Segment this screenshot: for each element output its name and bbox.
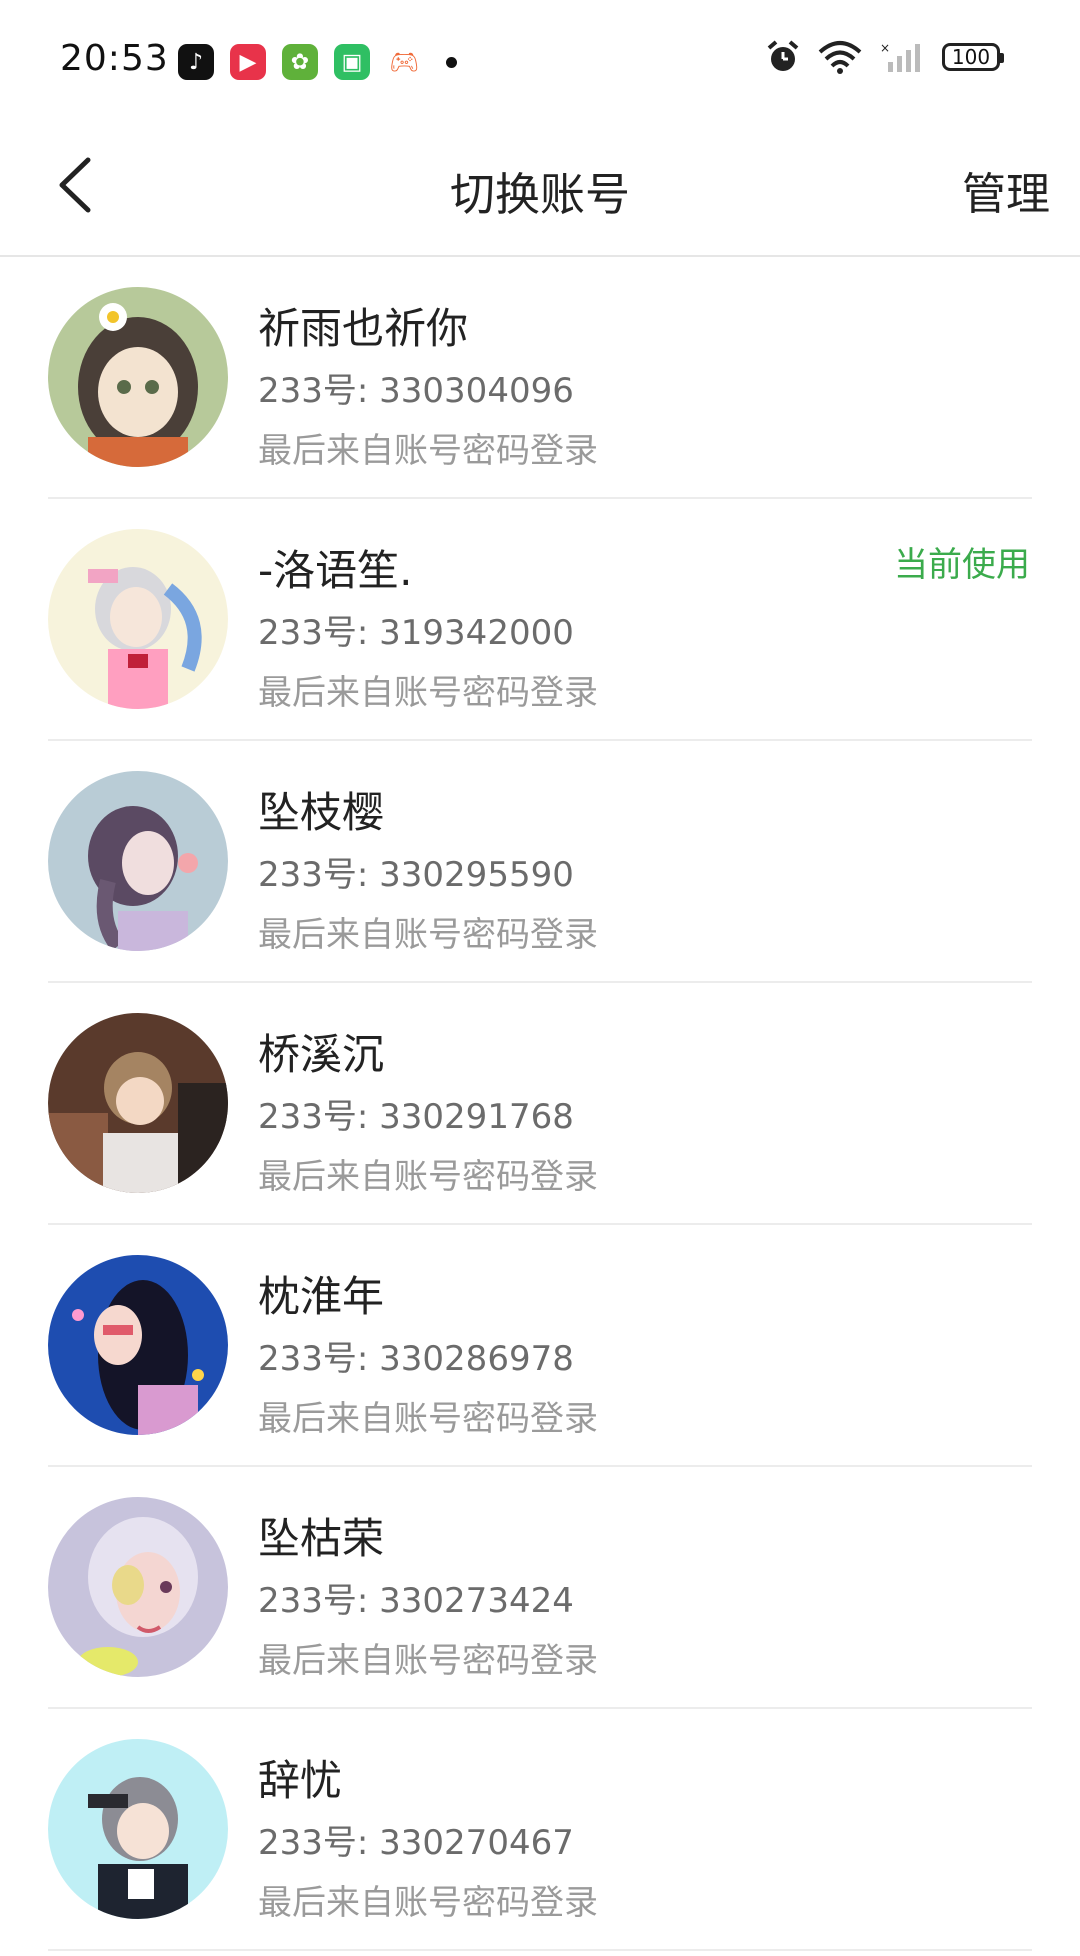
account-name: 枕淮年 [258, 1272, 385, 1321]
account-login-method: 最后来自账号密码登录 [258, 673, 598, 713]
alarm-icon [767, 40, 799, 71]
account-id: 233号: 330270467 [258, 1823, 574, 1863]
account-login-method: 最后来自账号密码登录 [258, 1883, 598, 1923]
account-login-method: 最后来自账号密码登录 [258, 915, 598, 955]
status-bar: 20:53 ♪ ▶ ✿ ▣ 🎮︎ × 100 [0, 0, 1080, 120]
account-row[interactable]: 枕淮年 233号: 330286978 最后来自账号密码登录 [0, 1225, 1080, 1467]
tiktok-icon: ♪ [178, 44, 214, 80]
avatar [48, 1013, 228, 1193]
title-bar: 切换账号 管理 [0, 120, 1080, 257]
status-indicators: × 100 [766, 40, 1004, 74]
account-id: 233号: 330291768 [258, 1097, 574, 1137]
battery-level: 100 [951, 45, 991, 69]
account-login-method: 最后来自账号密码登录 [258, 1641, 598, 1681]
account-login-method: 最后来自账号密码登录 [258, 1399, 598, 1439]
account-row[interactable]: -洛语笙. 233号: 319342000 最后来自账号密码登录 当前使用 [0, 499, 1080, 741]
account-id: 233号: 330304096 [258, 371, 574, 411]
avatar [48, 771, 228, 951]
avatar [48, 1255, 228, 1435]
game-icon: ✿ [282, 44, 318, 80]
notification-app-icons: ♪ ▶ ✿ ▣ 🎮︎ [178, 44, 457, 80]
avatar [48, 1497, 228, 1677]
account-id: 233号: 319342000 [258, 613, 574, 653]
manage-button[interactable]: 管理 [962, 158, 1050, 222]
svg-text:×: × [880, 41, 890, 55]
avatar [48, 529, 228, 709]
account-row[interactable]: 祈雨也祈你 233号: 330304096 最后来自账号密码登录 [0, 257, 1080, 499]
account-name: 祈雨也祈你 [258, 304, 469, 353]
current-account-badge: 当前使用 [894, 545, 1030, 585]
signal-icon: × [880, 41, 920, 72]
divider [48, 1949, 1032, 1951]
account-row[interactable]: 辞忧 233号: 330270467 最后来自账号密码登录 [0, 1709, 1080, 1951]
account-name: 坠枯荣 [258, 1514, 385, 1563]
account-name: -洛语笙. [258, 546, 413, 595]
account-login-method: 最后来自账号密码登录 [258, 1157, 598, 1197]
avatar [48, 287, 228, 467]
app-store-icon: ▣ [334, 44, 370, 80]
play-icon: ▶ [230, 44, 266, 80]
notification-dot-icon [446, 56, 457, 68]
page-title: 切换账号 [449, 168, 630, 221]
account-row[interactable]: 桥溪沉 233号: 330291768 最后来自账号密码登录 [0, 983, 1080, 1225]
account-row[interactable]: 坠枝樱 233号: 330295590 最后来自账号密码登录 [0, 741, 1080, 983]
status-time: 20:53 [60, 38, 169, 79]
account-list: 祈雨也祈你 233号: 330304096 最后来自账号密码登录 -洛语笙. 2… [0, 257, 1080, 1951]
account-name: 桥溪沉 [258, 1030, 385, 1079]
battery-icon: 100 [942, 43, 1004, 71]
account-login-method: 最后来自账号密码登录 [258, 431, 598, 471]
account-name: 辞忧 [258, 1756, 343, 1805]
account-id: 233号: 330295590 [258, 855, 574, 895]
account-id: 233号: 330273424 [258, 1581, 574, 1621]
account-id: 233号: 330286978 [258, 1339, 574, 1379]
account-row[interactable]: 坠枯荣 233号: 330273424 最后来自账号密码登录 [0, 1467, 1080, 1709]
avatar [48, 1739, 228, 1919]
wifi-icon [818, 41, 862, 74]
account-name: 坠枝樱 [258, 788, 385, 837]
gamepad-icon: 🎮︎ [386, 44, 422, 80]
